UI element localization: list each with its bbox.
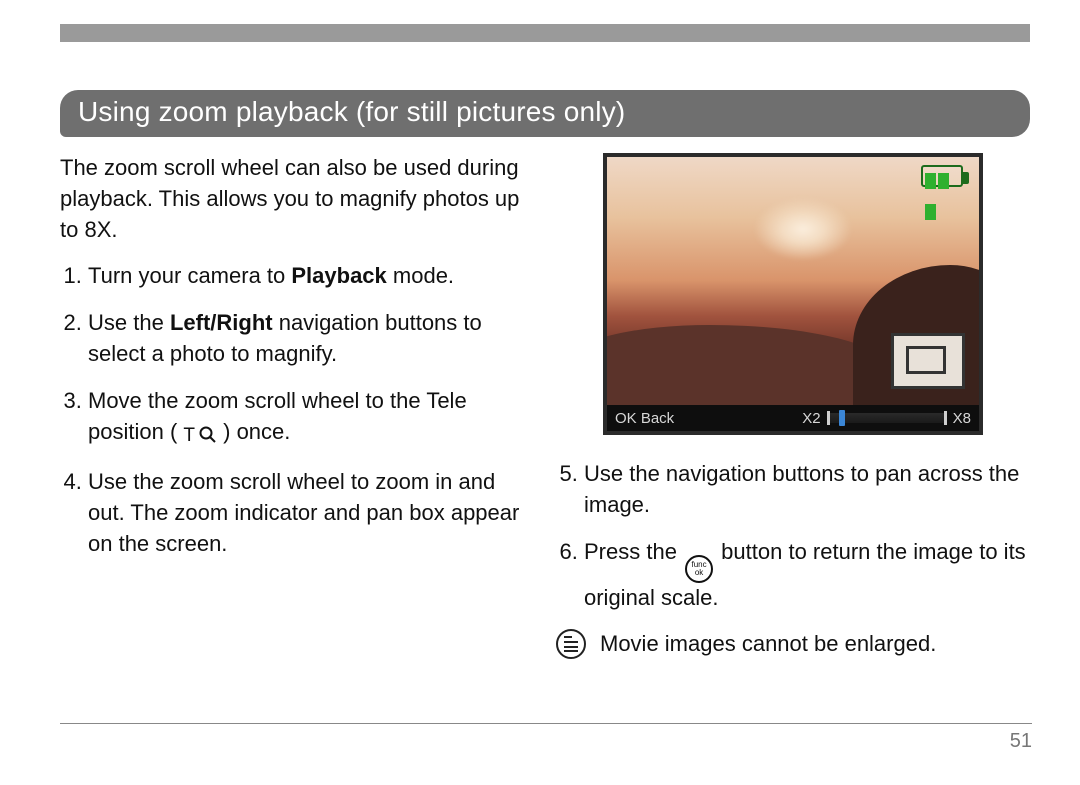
- section-title: Using zoom playback (for still pictures …: [60, 90, 1030, 137]
- step-6: Press the func ok button to return the i…: [584, 537, 1030, 614]
- step-4: Use the zoom scroll wheel to zoom in and…: [88, 467, 534, 559]
- ok-back-label: OK Back: [615, 408, 674, 429]
- lcd-bottom-strip: OK Back X2 X8: [607, 405, 979, 431]
- pan-indicator: [891, 333, 965, 389]
- zoom-scale: X2 X8: [802, 408, 971, 429]
- note-row: Movie images cannot be enlarged.: [556, 629, 1030, 660]
- steps-list-right: Use the navigation buttons to pan across…: [556, 459, 1030, 613]
- manual-page: Using zoom playback (for still pictures …: [0, 0, 1080, 785]
- zoom-scale-bar: [827, 413, 947, 423]
- step-5: Use the navigation buttons to pan across…: [584, 459, 1030, 521]
- note-icon: [556, 629, 586, 659]
- func-ok-button-icon: func ok: [685, 555, 713, 583]
- steps-list-left: Turn your camera to Playback mode. Use t…: [60, 261, 534, 559]
- right-column: OK Back X2 X8 Use the navigation buttons…: [556, 153, 1030, 660]
- step-1-a: Turn your camera to: [88, 263, 291, 288]
- zoom-x2-label: X2: [802, 408, 820, 429]
- zoom-cursor: [839, 410, 845, 426]
- content-columns: The zoom scroll wheel can also be used d…: [60, 153, 1030, 660]
- tele-letter: T: [183, 423, 195, 450]
- page-footer: 51: [60, 723, 1032, 753]
- step-3: Move the zoom scroll wheel to the Tele p…: [88, 386, 534, 452]
- intro-text: The zoom scroll wheel can also be used d…: [60, 153, 534, 245]
- tele-symbol: T: [183, 420, 217, 451]
- step-2-a: Use the: [88, 310, 170, 335]
- step-1-c: mode.: [387, 263, 454, 288]
- step-3-b: ) once.: [223, 419, 290, 444]
- step-1-bold: Playback: [291, 263, 386, 288]
- step-2-bold: Left/Right: [170, 310, 273, 335]
- func-label-bot: ok: [695, 569, 703, 577]
- zoom-x8-label: X8: [953, 408, 971, 429]
- left-column: The zoom scroll wheel can also be used d…: [60, 153, 534, 660]
- note-text: Movie images cannot be enlarged.: [600, 629, 936, 660]
- step-6-a: Press the: [584, 539, 683, 564]
- step-1: Turn your camera to Playback mode.: [88, 261, 534, 292]
- pan-viewport: [906, 346, 946, 374]
- camera-lcd-example: OK Back X2 X8: [603, 153, 983, 435]
- magnifier-icon: [199, 420, 217, 451]
- battery-icon: [921, 165, 971, 189]
- header-bar: [60, 24, 1030, 42]
- step-2: Use the Left/Right navigation buttons to…: [88, 308, 534, 370]
- page-number: 51: [1010, 730, 1032, 752]
